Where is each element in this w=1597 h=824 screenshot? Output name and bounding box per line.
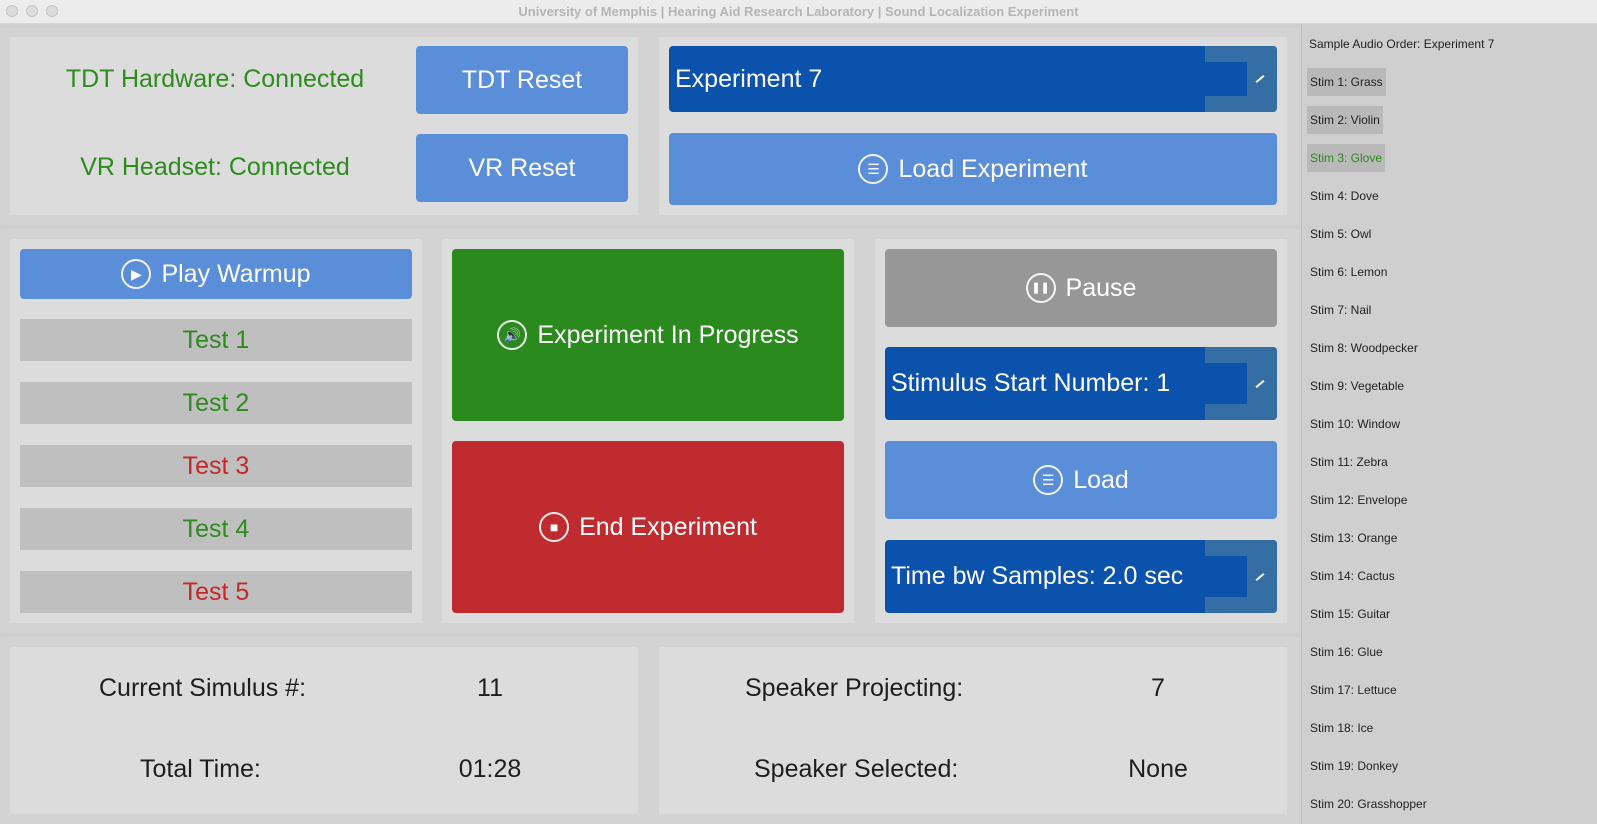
stimulus-list-item[interactable]: Stim 20: Grasshopper [1307, 790, 1430, 818]
speaker-info-panel: Speaker Projecting: 7 Speaker Selected: … [659, 647, 1287, 814]
dropdown-arrow[interactable] [1205, 540, 1277, 613]
test-3-item[interactable]: Test 3 [20, 445, 412, 487]
stimulus-list-item[interactable]: Stim 9: Vegetable [1307, 372, 1407, 400]
load-button[interactable]: ☰ Load [885, 441, 1277, 519]
pause-label: Pause [1065, 273, 1137, 302]
audio-order-header: Sample Audio Order: Experiment 7 [1309, 37, 1495, 51]
current-stimulus-value: 11 [477, 674, 503, 702]
play-warmup-button[interactable]: ▶ Play Warmup [20, 249, 412, 299]
stimulus-list-item[interactable]: Stim 17: Lettuce [1307, 676, 1400, 704]
stimulus-list-item[interactable]: Stim 5: Owl [1307, 220, 1374, 248]
stop-icon: ■ [539, 512, 570, 542]
end-experiment-label: End Experiment [579, 512, 757, 541]
load-label: Load [1073, 465, 1129, 494]
test-2-item[interactable]: Test 2 [20, 382, 412, 424]
stimulus-list-item[interactable]: Stim 6: Lemon [1307, 258, 1390, 286]
menu-icon: ☰ [858, 154, 889, 184]
total-time-label: Total Time: [140, 755, 261, 783]
dropdown-caret-icon [1255, 379, 1265, 388]
hardware-status-panel: TDT Hardware: Connected VR Headset: Conn… [10, 37, 638, 215]
total-time-value: 01:28 [458, 755, 522, 783]
tdt-reset-button[interactable]: TDT Reset [416, 46, 628, 114]
experiment-in-progress-button[interactable]: 🔊 Experiment In Progress [452, 249, 844, 421]
vr-reset-button[interactable]: VR Reset [416, 134, 628, 202]
menu-icon: ☰ [1033, 465, 1064, 495]
dropdown-caret-icon [1255, 75, 1265, 83]
stimulus-list-item[interactable]: Stim 13: Orange [1307, 524, 1400, 552]
play-warmup-label: Play Warmup [161, 259, 311, 288]
experiment-dropdown[interactable]: Experiment 7 [669, 46, 1277, 112]
speaker-projecting-label: Speaker Projecting: [745, 674, 964, 702]
window-title: University of Memphis | Hearing Aid Rese… [518, 4, 1079, 19]
test-4-item[interactable]: Test 4 [20, 508, 412, 550]
stimulus-list-item[interactable]: Stim 12: Envelope [1307, 486, 1410, 514]
stimulus-list-item[interactable]: Stim 8: Woodpecker [1307, 334, 1421, 362]
dropdown-caret-icon [1255, 572, 1265, 581]
stimulus-list-item[interactable]: Stim 16: Glue [1307, 638, 1386, 666]
stimulus-list-item[interactable]: Stim 10: Window [1307, 410, 1403, 438]
stimulus-list-item[interactable]: Stim 18: Ice [1307, 714, 1376, 742]
stimulus-list-item[interactable]: Stim 15: Guitar [1307, 600, 1393, 628]
stimulus-list-item[interactable]: Stim 19: Donkey [1307, 752, 1401, 780]
stimulus-list-item[interactable]: Stim 2: Violin [1307, 106, 1383, 134]
time-between-samples-dropdown[interactable]: Time bw Samples: 2.0 sec [885, 540, 1277, 613]
vr-headset-status: VR Headset: Connected [80, 153, 350, 181]
test-5-item[interactable]: Test 5 [20, 571, 412, 613]
time-between-samples-value: Time bw Samples: 2.0 sec [891, 562, 1184, 590]
stimulus-list-item[interactable]: Stim 3: Glove [1307, 144, 1386, 172]
stimulus-list-item[interactable]: Stim 11: Zebra [1307, 448, 1391, 476]
experiment-dropdown-value: Experiment 7 [675, 64, 823, 93]
pause-button[interactable]: ❚❚ Pause [885, 249, 1277, 327]
pause-icon: ❚❚ [1025, 273, 1056, 303]
stimulus-start-value: Stimulus Start Number: 1 [891, 369, 1171, 397]
title-bar: University of Memphis | Hearing Aid Rese… [0, 0, 1597, 24]
current-stimulus-label: Current Simulus #: [99, 674, 307, 702]
dropdown-arrow[interactable] [1205, 46, 1277, 112]
speaker-icon: 🔊 [497, 320, 528, 350]
end-experiment-button[interactable]: ■ End Experiment [452, 441, 844, 613]
speaker-selected-value: None [1128, 755, 1188, 783]
dropdown-arrow[interactable] [1205, 347, 1277, 420]
stimulus-list-item[interactable]: Stim 7: Nail [1307, 296, 1374, 324]
stimulus-info-panel: Current Simulus #: 11 Total Time: 01:28 [10, 647, 638, 814]
stimulus-list-item[interactable]: Stim 4: Dove [1307, 182, 1382, 210]
stimulus-start-dropdown[interactable]: Stimulus Start Number: 1 [885, 347, 1277, 420]
tdt-hardware-status: TDT Hardware: Connected [65, 65, 365, 93]
stimulus-list-item[interactable]: Stim 1: Grass [1307, 68, 1386, 96]
load-experiment-button[interactable]: ☰ Load Experiment [669, 133, 1277, 205]
speaker-selected-label: Speaker Selected: [754, 755, 959, 783]
experiment-select-panel: Experiment 7 ☰ Load Experiment [659, 37, 1287, 215]
test-1-item[interactable]: Test 1 [20, 319, 412, 361]
play-icon: ▶ [121, 259, 152, 289]
audio-order-sidebar: Sample Audio Order: Experiment 7 Stim 1:… [1301, 24, 1597, 824]
speaker-projecting-value: 7 [1151, 674, 1165, 702]
experiment-in-progress-label: Experiment In Progress [537, 320, 799, 349]
load-experiment-label: Load Experiment [898, 154, 1088, 183]
stimulus-list-item[interactable]: Stim 14: Cactus [1307, 562, 1398, 590]
